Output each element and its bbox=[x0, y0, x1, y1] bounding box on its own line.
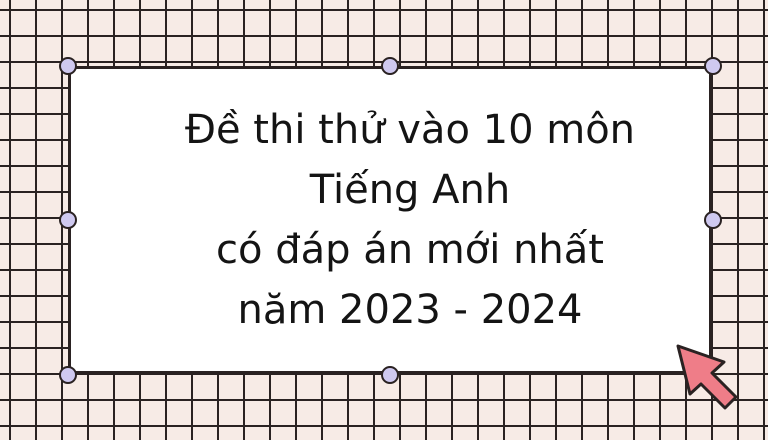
resize-handle-middle-left[interactable] bbox=[59, 211, 77, 229]
resize-handle-bottom-left[interactable] bbox=[59, 366, 77, 384]
arrow-cursor-icon bbox=[676, 344, 738, 410]
page-title: Đề thi thử vào 10 môn Tiếng Anh có đáp á… bbox=[110, 100, 710, 340]
title-line-3: có đáp án mới nhất bbox=[216, 227, 604, 273]
resize-handle-top-left[interactable] bbox=[59, 57, 77, 75]
title-line-1: Đề thi thử vào 10 môn bbox=[184, 107, 636, 153]
resize-handle-top-right[interactable] bbox=[704, 57, 722, 75]
resize-handle-top-middle[interactable] bbox=[381, 57, 399, 75]
resize-handle-bottom-middle[interactable] bbox=[381, 366, 399, 384]
title-line-2: Tiếng Anh bbox=[309, 167, 511, 213]
title-line-4: năm 2023 - 2024 bbox=[237, 287, 583, 333]
